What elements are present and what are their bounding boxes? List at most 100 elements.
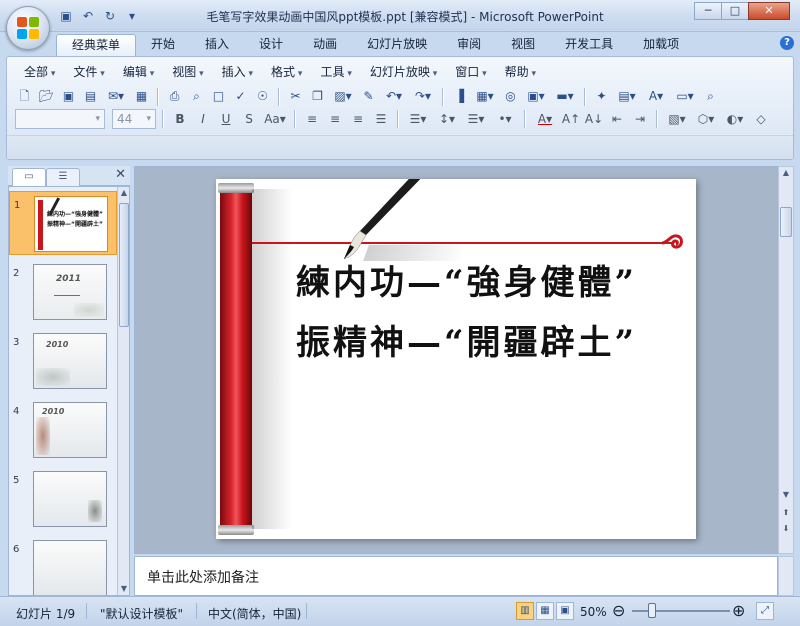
save-icon[interactable]: ▣ [58, 8, 74, 24]
zoom-slider-knob[interactable] [648, 603, 656, 618]
numbering-icon[interactable]: ☰▾ [463, 110, 489, 129]
slide-text-line-2[interactable]: 振精神—“開疆辟土” [296, 315, 637, 364]
insert-picture-icon[interactable]: ▣▾ [523, 87, 549, 106]
menu-all[interactable]: 全部 [15, 63, 64, 81]
slide-thumbnail-1[interactable]: 1 練内功—“強身健體” 振精神—“開疆辟土” [9, 191, 117, 255]
tab-slides[interactable]: ▭ [12, 168, 46, 186]
fill-icon[interactable]: ◇ [751, 110, 771, 129]
bullets-icon[interactable]: •▾ [492, 110, 518, 129]
menu-tools[interactable]: 工具 [311, 63, 360, 81]
cut-icon[interactable]: ✂ [286, 87, 305, 106]
menu-file[interactable]: 文件 [64, 63, 113, 81]
close-pane-icon[interactable]: ✕ [115, 167, 126, 182]
line-spacing-icon[interactable]: ↕▾ [434, 110, 460, 129]
shadow-icon[interactable]: S [239, 110, 259, 129]
menu-slideshow[interactable]: 幻灯片放映 [361, 63, 446, 81]
maximize-button[interactable]: □ [721, 2, 749, 20]
font-size-combo[interactable]: 44 [112, 109, 156, 129]
decrease-font-icon[interactable]: A↓ [584, 110, 604, 129]
change-case-icon[interactable]: Aa▾ [262, 110, 288, 129]
align-right-icon[interactable]: ≡ [348, 110, 368, 129]
notes-pane[interactable]: 单击此处添加备注 [134, 556, 778, 596]
slide-sorter-view-icon[interactable]: ▦ [536, 602, 554, 620]
office-button[interactable] [6, 6, 50, 50]
zoom-out-icon[interactable]: ⊖ [612, 601, 625, 620]
editor-scrollbar[interactable]: ▲ ▼ ⬆ ⬇ [778, 166, 794, 554]
columns-icon[interactable]: ☰▾ [405, 110, 431, 129]
tab-insert[interactable]: 插入 [190, 34, 244, 56]
justify-icon[interactable]: ☰ [371, 110, 391, 129]
textbox-icon[interactable]: A▾ [643, 87, 669, 106]
slides-pane-scrollbar[interactable]: ▲ ▼ [117, 187, 129, 595]
language-indicator[interactable]: 中文(简体，中国) [208, 605, 301, 622]
slide-thumbnail-6[interactable]: 6 [9, 536, 117, 595]
design-template-name[interactable]: "默认设计模板" [100, 605, 183, 622]
menu-insert[interactable]: 插入 [213, 63, 262, 81]
customize-qat-icon[interactable]: ▾ [124, 8, 140, 24]
format-painter-icon[interactable]: ✎ [359, 87, 378, 106]
slide-sorter-icon[interactable]: □ [209, 87, 228, 106]
italic-icon[interactable]: I [193, 110, 213, 129]
tab-addins[interactable]: 加载项 [628, 34, 694, 56]
redo-icon[interactable]: ↷▾ [410, 87, 436, 106]
insert-table-icon[interactable]: ▦▾ [472, 87, 498, 106]
help-icon[interactable]: ? [780, 36, 794, 50]
normal-view-icon[interactable]: ▥ [516, 602, 534, 620]
color-grayscale-icon[interactable]: ▬▾ [552, 87, 578, 106]
slide-layout-icon[interactable]: ▤▾ [614, 87, 640, 106]
clipart-icon[interactable]: ◎ [501, 87, 520, 106]
zoom-slider[interactable] [632, 610, 730, 612]
previous-slide-icon[interactable]: ⬆ [779, 507, 793, 519]
save-icon[interactable]: ▣ [59, 87, 78, 106]
research-icon[interactable]: ☉ [253, 87, 272, 106]
fit-to-window-icon[interactable]: ⤢ [756, 602, 774, 620]
next-slide-icon[interactable]: ⬇ [779, 523, 793, 535]
open-folder-icon[interactable]: ▭▾ [672, 87, 698, 106]
align-center-icon[interactable]: ≡ [325, 110, 345, 129]
bold-icon[interactable]: B [170, 110, 190, 129]
menu-help[interactable]: 帮助 [496, 63, 545, 81]
menu-view[interactable]: 视图 [163, 63, 212, 81]
arrange-icon[interactable]: ▧▾ [664, 110, 690, 129]
redo-icon[interactable]: ↻ [102, 8, 118, 24]
close-button[interactable]: ✕ [748, 2, 790, 20]
tab-animation[interactable]: 动画 [298, 34, 352, 56]
new-slide-icon[interactable]: ✦ [592, 87, 611, 106]
new-icon[interactable]: 🗋 [15, 87, 34, 106]
slideshow-view-icon[interactable]: ▣ [556, 602, 574, 620]
scroll-down-icon[interactable]: ▼ [118, 583, 129, 595]
tab-classic-menu[interactable]: 经典菜单 [56, 34, 137, 56]
tab-review[interactable]: 审阅 [442, 34, 496, 56]
permission-icon[interactable]: ▤ [81, 87, 100, 106]
tab-view[interactable]: 视图 [496, 34, 550, 56]
undo-icon[interactable]: ↶▾ [381, 87, 407, 106]
scroll-up-icon[interactable]: ▲ [779, 167, 793, 179]
slide-thumbnail-5[interactable]: 5 [9, 467, 117, 531]
copy-icon[interactable]: ❐ [308, 87, 327, 106]
publish-icon[interactable]: ▦ [132, 87, 151, 106]
undo-icon[interactable]: ↶ [80, 8, 96, 24]
scrollbar-thumb[interactable] [780, 207, 792, 237]
slide-thumbnail-2[interactable]: 2 2011 [9, 260, 117, 324]
scroll-down-icon[interactable]: ▼ [779, 489, 793, 501]
tab-outline[interactable]: ☰ [46, 168, 80, 186]
slide-text-line-1[interactable]: 練内功—“強身健體” [296, 255, 637, 304]
font-name-combo[interactable] [15, 109, 105, 129]
font-color-icon[interactable]: A▾ [532, 110, 558, 129]
print-icon[interactable]: ⎙ [165, 87, 184, 106]
paste-icon[interactable]: ▨▾ [330, 87, 356, 106]
align-left-icon[interactable]: ≡ [302, 110, 322, 129]
insert-chart-icon[interactable]: ▐ [450, 87, 469, 106]
increase-font-icon[interactable]: A↑ [561, 110, 581, 129]
shapes-icon[interactable]: ⬡▾ [693, 110, 719, 129]
spelling-icon[interactable]: ✓ [231, 87, 250, 106]
email-icon[interactable]: ✉▾ [103, 87, 129, 106]
scrollbar-thumb[interactable] [119, 203, 129, 327]
minimize-button[interactable]: ─ [694, 2, 722, 20]
tab-slideshow[interactable]: 幻灯片放映 [352, 34, 442, 56]
slide-thumbnail-4[interactable]: 4 2010 [9, 398, 117, 462]
menu-format[interactable]: 格式 [262, 63, 311, 81]
print-preview-icon[interactable]: ⌕ [187, 87, 206, 106]
tab-developer[interactable]: 开发工具 [550, 34, 628, 56]
decrease-indent-icon[interactable]: ⇤ [607, 110, 627, 129]
